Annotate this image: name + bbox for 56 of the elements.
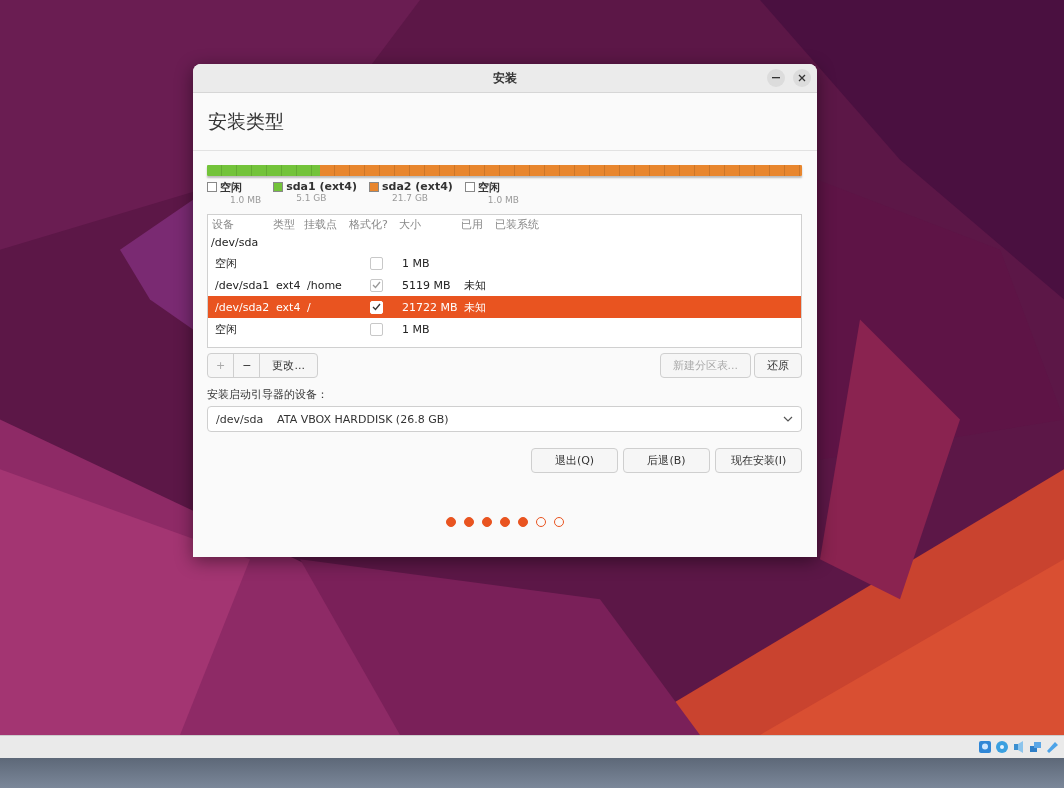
pen-icon[interactable] xyxy=(1046,740,1060,754)
legend-size: 21.7 GB xyxy=(392,193,430,203)
column-header: 格式化? xyxy=(349,216,389,232)
table-cell-text: 未知 xyxy=(464,299,487,315)
optical-disc-icon[interactable] xyxy=(995,740,1009,754)
legend-label: 空闲 xyxy=(220,180,243,195)
table-cell-text: /home xyxy=(307,278,343,292)
table-cell-text: 1 MB xyxy=(402,322,431,336)
table-cell-text: ext4 xyxy=(276,300,302,314)
bootloader-dropdown[interactable]: /dev/sda ATA VBOX HARDDISK (26.8 GB) xyxy=(207,406,802,432)
table-cell-text: / xyxy=(307,300,312,314)
nav-button[interactable]: 后退(B) xyxy=(623,448,710,473)
bootloader-label: 安装启动引导器的设备： xyxy=(207,387,329,402)
close-button[interactable] xyxy=(793,69,811,87)
partition-edit-button[interactable]: − xyxy=(233,353,261,378)
column-header: 已用 xyxy=(461,216,484,232)
partition-row[interactable]: /dev/sda1 ext4 /home 5119 MB 未知 xyxy=(208,274,801,296)
table-cell-text: 21722 MB xyxy=(402,300,459,314)
legend-size: 5.1 GB xyxy=(296,193,328,203)
window-title: 安装 xyxy=(493,69,517,87)
table-cell-text: /dev/sda1 xyxy=(215,278,271,292)
table-cell-text: 空闲 xyxy=(215,255,238,271)
column-header: 已装系统 xyxy=(495,216,540,232)
legend-size: 1.0 MB xyxy=(230,195,262,205)
column-header: 挂载点 xyxy=(304,216,338,232)
format-checkbox[interactable] xyxy=(370,322,383,336)
minimize-icon xyxy=(772,77,780,79)
partition-edit-button[interactable]: 更改... xyxy=(259,353,318,378)
chevron-down-icon xyxy=(783,416,793,422)
table-action-button[interactable]: 还原 xyxy=(754,353,802,378)
nav-button[interactable]: 退出(Q) xyxy=(531,448,618,473)
table-cell-text: 未知 xyxy=(464,277,487,293)
table-cell-text: 1 MB xyxy=(402,256,431,270)
table-cell-text: /dev/sda2 xyxy=(215,300,271,314)
partition-row[interactable]: 空闲 1 MB xyxy=(208,318,801,340)
network-icon[interactable] xyxy=(1029,740,1043,754)
partition-row[interactable]: 空闲 1 MB xyxy=(208,252,801,274)
legend-label: sda2 (ext4) xyxy=(382,180,453,193)
nav-button[interactable]: 现在安装(I) xyxy=(715,448,802,473)
table-cell-text: 空闲 xyxy=(215,321,238,337)
speaker-icon[interactable] xyxy=(1012,740,1026,754)
disk-name: /dev/sda xyxy=(211,236,259,249)
format-checkbox[interactable] xyxy=(370,256,383,270)
column-header: 类型 xyxy=(273,216,296,232)
table-cell-text: ext4 xyxy=(276,278,302,292)
column-header: 大小 xyxy=(399,216,422,232)
format-checkbox[interactable] xyxy=(370,278,383,292)
table-cell-text: 5119 MB xyxy=(402,278,452,292)
page-heading: 安装类型 xyxy=(208,108,284,134)
partition-row[interactable]: /dev/sda2 ext4 / 21722 MB 未知 xyxy=(208,296,801,318)
legend-label: 空闲 xyxy=(477,180,501,195)
legend-label: sda1 (ext4) xyxy=(286,180,357,193)
legend-size: 1.0 MB xyxy=(487,195,519,205)
close-icon xyxy=(798,74,806,82)
column-header: 设备 xyxy=(212,216,235,232)
minimize-button[interactable] xyxy=(767,69,785,87)
